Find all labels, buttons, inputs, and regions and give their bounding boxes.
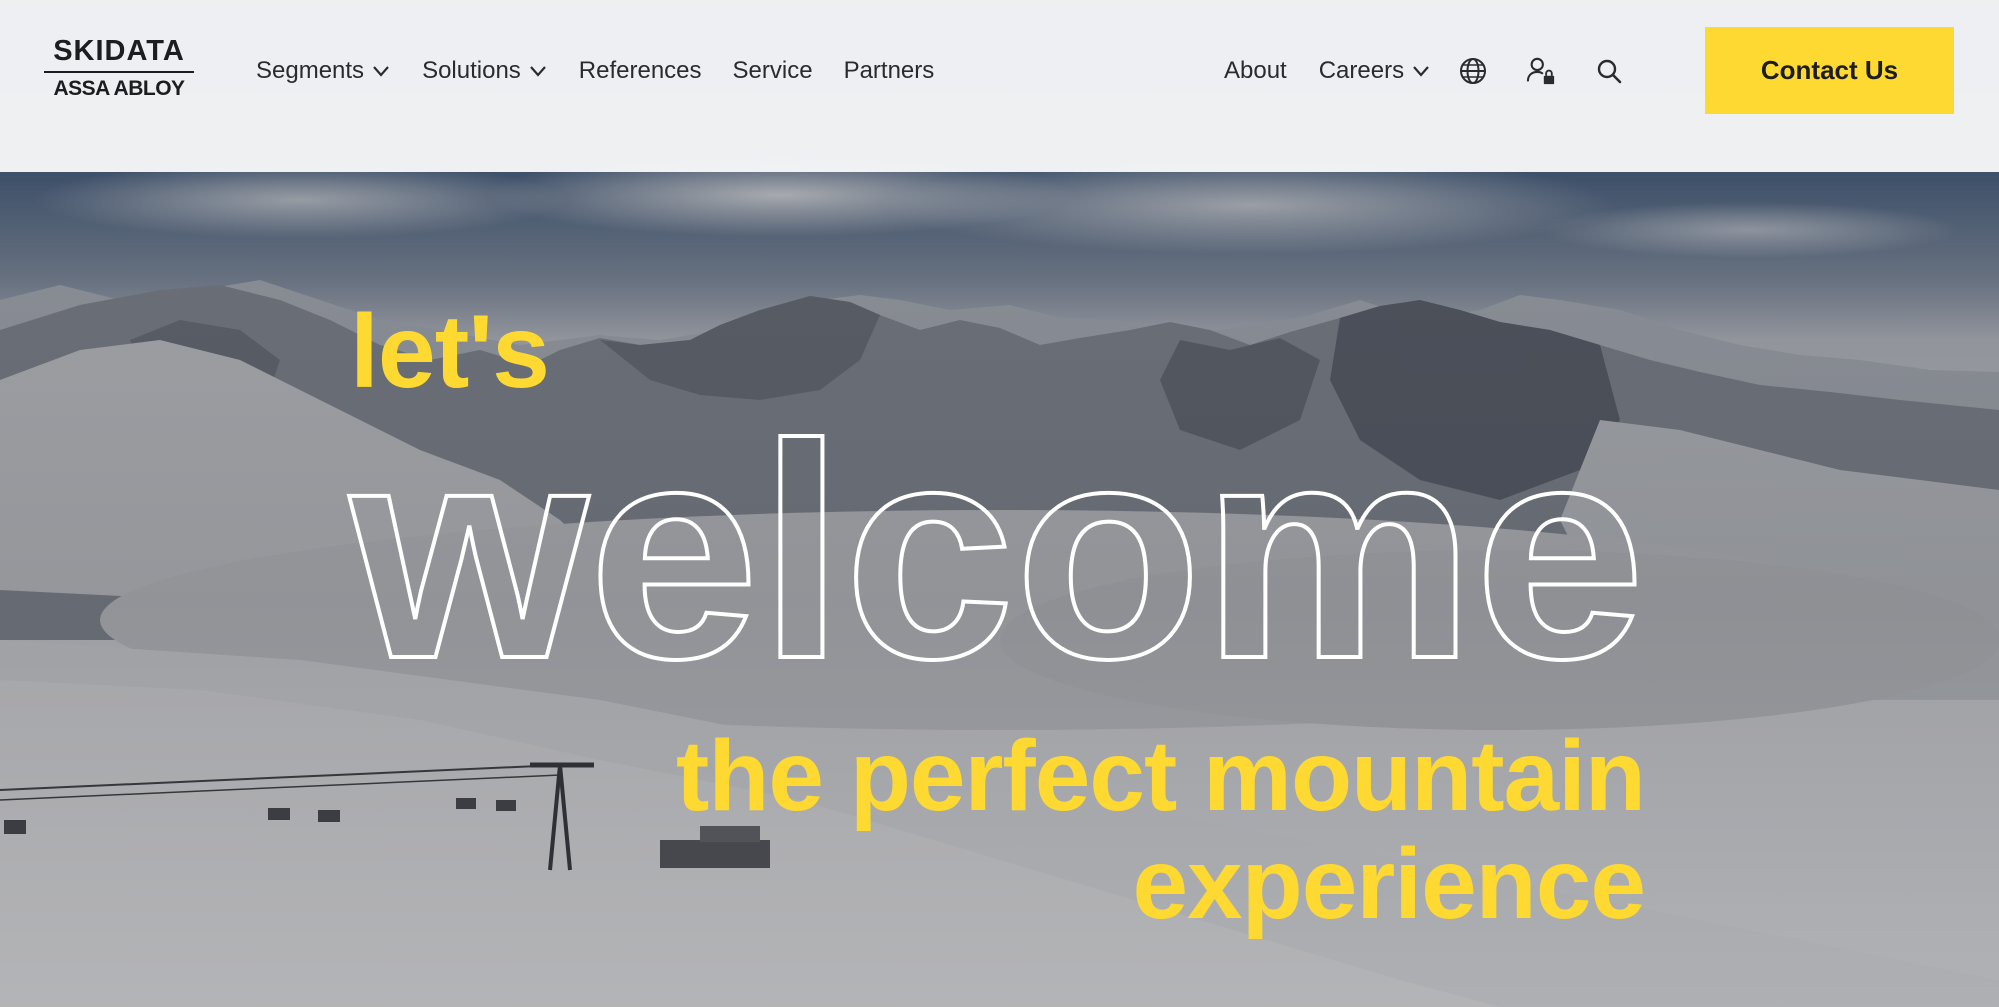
nav-item-solutions[interactable]: Solutions xyxy=(422,52,547,90)
chevron-down-icon xyxy=(529,65,547,77)
hero-tagline: the perfect mountain experience xyxy=(676,720,1646,940)
nav-item-label: Careers xyxy=(1318,57,1405,84)
search-icon[interactable] xyxy=(1594,56,1624,86)
nav-item-careers[interactable]: Careers xyxy=(1319,52,1430,90)
user-lock-icon[interactable] xyxy=(1526,56,1556,86)
nav-item-label: About xyxy=(1224,57,1287,84)
nav-item-label: References xyxy=(578,57,702,84)
hero-welcome-text: welcome xyxy=(345,381,1645,692)
logo-wordmark-bottom: ASSA ABLOY xyxy=(53,77,185,100)
chevron-down-icon xyxy=(1412,65,1430,77)
hero-line-perfect-mountain: the perfect mountain xyxy=(676,720,1646,832)
nav-item-label: Solutions xyxy=(422,57,521,84)
logo-divider xyxy=(44,71,194,73)
globe-icon[interactable] xyxy=(1458,56,1488,86)
contact-us-button[interactable]: Contact Us xyxy=(1705,27,1954,114)
chevron-down-icon xyxy=(372,65,390,77)
logo-wordmark-top: SKIDATA xyxy=(53,35,185,67)
nav-item-label: Partners xyxy=(843,57,935,84)
nav-item-references[interactable]: References xyxy=(579,52,702,90)
skidata-logo[interactable]: SKIDATA ASSA ABLOY xyxy=(43,35,195,107)
nav-item-about[interactable]: About xyxy=(1224,52,1287,90)
hero-line-experience: experience xyxy=(1132,828,1646,940)
hero-line-welcome: welcome xyxy=(340,352,1660,692)
nav-item-segments[interactable]: Segments xyxy=(256,52,390,90)
nav-item-partners[interactable]: Partners xyxy=(844,52,935,90)
nav-item-service[interactable]: Service xyxy=(733,52,813,90)
primary-nav: Segments Solutions References Service Pa… xyxy=(256,52,934,90)
nav-item-label: Segments xyxy=(256,57,365,84)
secondary-nav: About Careers xyxy=(1224,52,1624,90)
nav-item-label: Service xyxy=(732,57,813,84)
site-header: SKIDATA ASSA ABLOY Segments Solutions Re… xyxy=(0,0,1999,172)
